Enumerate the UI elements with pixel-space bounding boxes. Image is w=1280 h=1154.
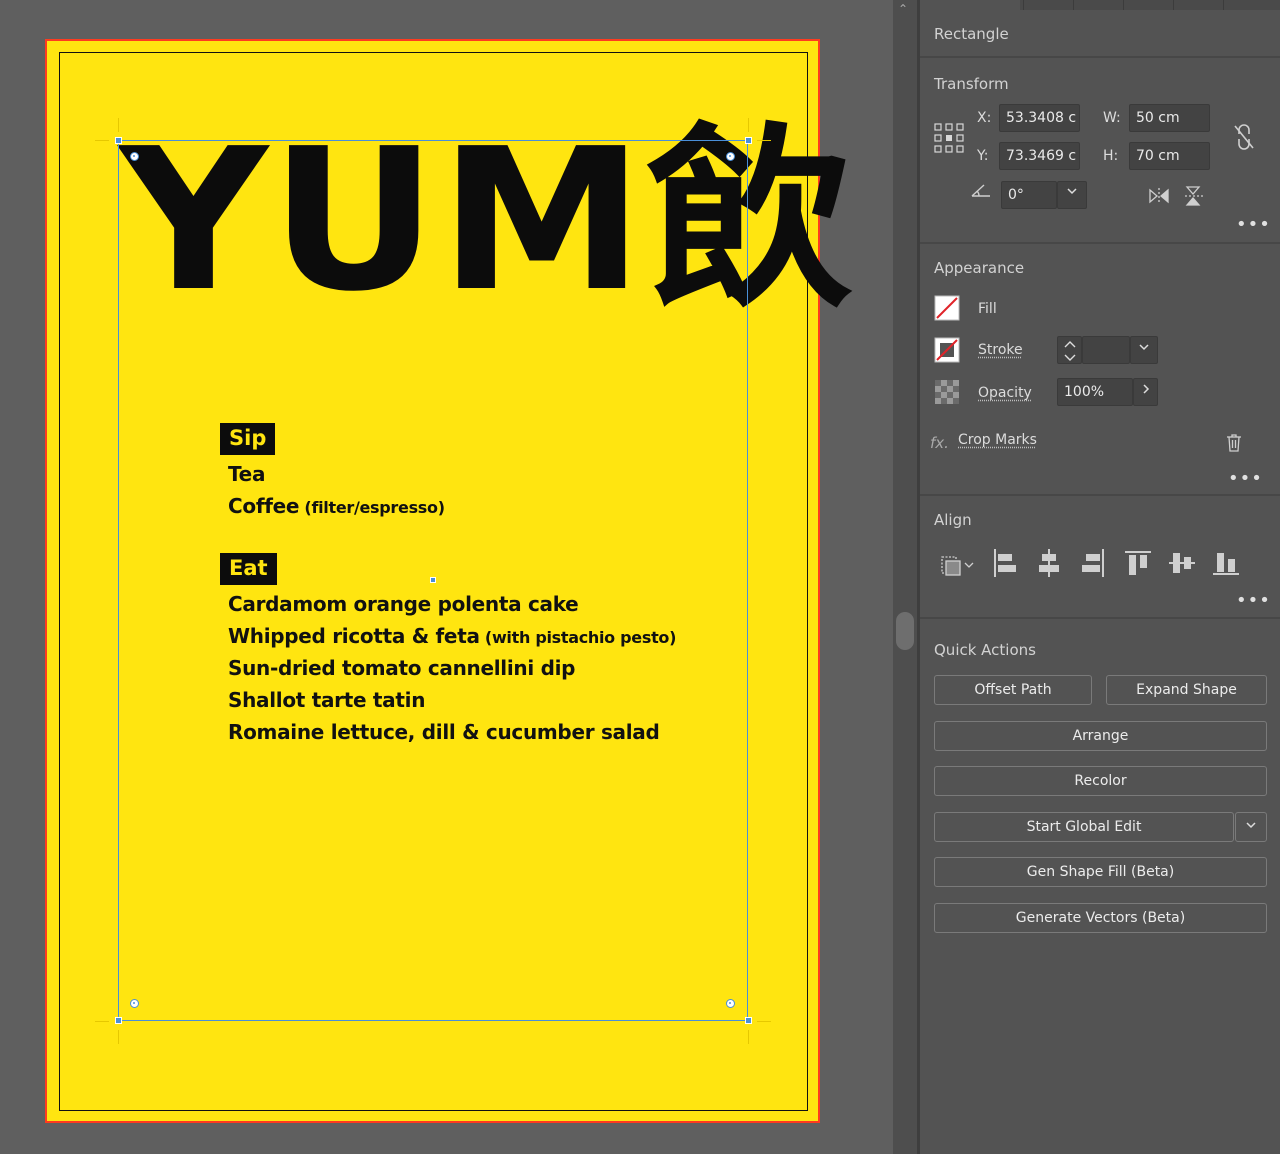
- align-bottom-icon[interactable]: [1212, 549, 1240, 577]
- offset-path-button[interactable]: Offset Path: [934, 675, 1092, 705]
- opacity-expand-button[interactable]: [1133, 378, 1158, 406]
- chevron-down-icon: [1246, 822, 1256, 829]
- canvas-area[interactable]: YUM飲 Sip Tea Coffee (filter/espresso) Ea…: [0, 0, 893, 1154]
- recolor-button[interactable]: Recolor: [934, 766, 1267, 796]
- stroke-weight-field[interactable]: [1082, 336, 1130, 364]
- x-label: X:: [977, 110, 992, 126]
- opacity-checker-icon: [935, 380, 959, 404]
- chevron-down-icon: [1067, 188, 1077, 195]
- corner-widget-bottom-right[interactable]: [726, 999, 735, 1008]
- center-point[interactable]: [430, 577, 436, 583]
- corner-widget-top-left[interactable]: [130, 152, 139, 161]
- rotate-dropdown[interactable]: [1057, 181, 1087, 209]
- stroke-weight-dropdown[interactable]: [1130, 336, 1158, 364]
- selection-type-label: Rectangle: [934, 25, 1009, 43]
- chevron-down-icon: [1139, 344, 1149, 351]
- y-position-field[interactable]: 73.3469 c: [999, 142, 1080, 170]
- height-field[interactable]: 70 cm: [1129, 142, 1210, 170]
- arrange-button[interactable]: Arrange: [934, 721, 1267, 751]
- rotate-field[interactable]: 0°: [1001, 181, 1057, 209]
- crop-mark: [757, 1021, 771, 1022]
- crop-mark: [748, 1030, 749, 1044]
- crop-mark: [95, 140, 109, 141]
- scroll-up-icon[interactable]: ⌃: [898, 2, 908, 16]
- align-right-icon[interactable]: [1080, 548, 1106, 578]
- divider: [920, 56, 1280, 58]
- resize-handle-top-left[interactable]: [115, 137, 122, 144]
- global-edit-options-dropdown[interactable]: [1235, 812, 1267, 842]
- fill-swatch-icon[interactable]: [934, 295, 960, 321]
- properties-panel: Rectangle Transform X: 53.3408 c W: 50 c…: [920, 0, 1280, 1154]
- align-horizontal-center-icon[interactable]: [1036, 548, 1062, 578]
- vertical-scrollbar[interactable]: ⌃: [893, 0, 917, 1154]
- corner-widget-bottom-left[interactable]: [130, 999, 139, 1008]
- trash-icon[interactable]: [1226, 433, 1242, 453]
- stroke-swatch-icon[interactable]: [934, 337, 960, 363]
- appearance-title: Appearance: [934, 259, 1025, 277]
- align-top-icon[interactable]: [1124, 549, 1152, 577]
- appearance-more-options-icon[interactable]: •••: [1228, 468, 1263, 489]
- h-label: H:: [1103, 148, 1119, 164]
- panel-tab-strip[interactable]: [1020, 0, 1280, 10]
- reference-point-icon[interactable]: [934, 123, 964, 153]
- flip-horizontal-icon[interactable]: [1148, 186, 1170, 206]
- start-global-edit-button[interactable]: Start Global Edit: [934, 812, 1234, 842]
- divider: [920, 617, 1280, 619]
- y-label: Y:: [977, 148, 989, 164]
- stroke-weight-stepper[interactable]: [1057, 336, 1082, 364]
- generate-vectors-button[interactable]: Generate Vectors (Beta): [934, 903, 1267, 933]
- fx-icon: fx.: [930, 434, 949, 452]
- resize-handle-bottom-right[interactable]: [745, 1017, 752, 1024]
- stepper-arrows-icon: [1064, 341, 1076, 361]
- align-to-selection-icon[interactable]: [938, 551, 976, 577]
- transform-title: Transform: [934, 75, 1009, 93]
- w-label: W:: [1103, 110, 1121, 126]
- crop-mark: [118, 118, 119, 132]
- transform-more-options-icon[interactable]: •••: [1236, 214, 1271, 235]
- constrain-proportions-icon[interactable]: [1233, 124, 1255, 150]
- chevron-right-icon: [1142, 384, 1149, 394]
- gen-shape-fill-button[interactable]: Gen Shape Fill (Beta): [934, 857, 1267, 887]
- align-left-icon[interactable]: [992, 548, 1018, 578]
- resize-handle-bottom-left[interactable]: [115, 1017, 122, 1024]
- quick-actions-title: Quick Actions: [934, 641, 1036, 659]
- rotate-angle-icon: [971, 184, 990, 197]
- align-vertical-center-icon[interactable]: [1168, 549, 1196, 577]
- width-field[interactable]: 50 cm: [1129, 104, 1210, 132]
- crop-marks-effect-link[interactable]: Crop Marks: [958, 432, 1037, 448]
- opacity-field[interactable]: 100%: [1057, 378, 1133, 406]
- stroke-label[interactable]: Stroke: [978, 342, 1023, 358]
- x-position-field[interactable]: 53.3408 c: [999, 104, 1080, 132]
- flip-vertical-icon[interactable]: [1183, 185, 1205, 207]
- opacity-label[interactable]: Opacity: [978, 385, 1032, 401]
- corner-widget-top-right[interactable]: [726, 152, 735, 161]
- divider: [920, 242, 1280, 244]
- align-title: Align: [934, 511, 972, 529]
- scrollbar-thumb[interactable]: [896, 612, 914, 650]
- divider: [920, 494, 1280, 496]
- crop-mark: [757, 140, 771, 141]
- crop-mark: [748, 118, 749, 132]
- align-more-options-icon[interactable]: •••: [1236, 590, 1271, 611]
- crop-mark: [95, 1021, 109, 1022]
- expand-shape-button[interactable]: Expand Shape: [1106, 675, 1267, 705]
- resize-handle-top-right[interactable]: [745, 137, 752, 144]
- fill-label[interactable]: Fill: [978, 301, 997, 317]
- crop-mark: [118, 1030, 119, 1044]
